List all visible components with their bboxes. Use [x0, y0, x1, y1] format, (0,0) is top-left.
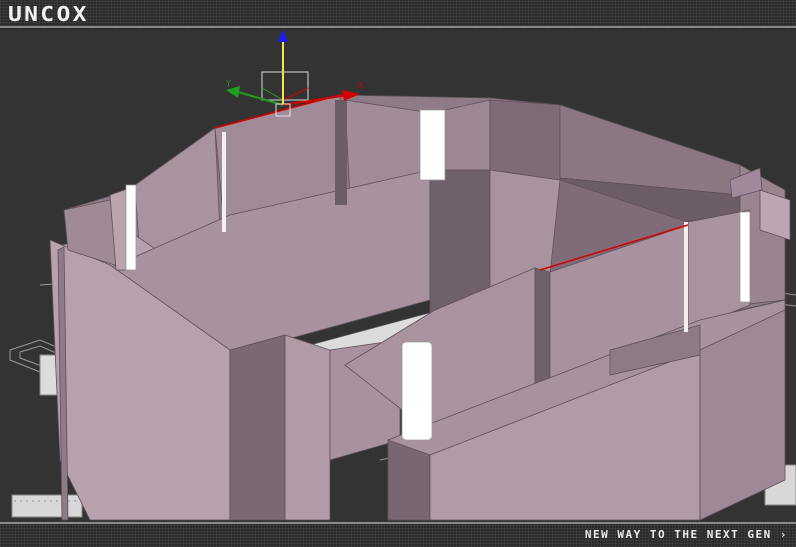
x-axis-label: X: [358, 81, 364, 90]
brand-logo: UNCOX: [8, 2, 89, 26]
z-axis-arrow-icon[interactable]: [278, 30, 288, 42]
y-axis-label: Y: [225, 79, 231, 88]
3d-viewport[interactable]: X Y: [0, 30, 796, 522]
footer-bar: NEW WAY TO THE NEXT GEN ›: [0, 522, 796, 547]
building-model: [49, 94, 791, 521]
gizmo-plane-box: [261, 71, 309, 101]
tagline-link[interactable]: NEW WAY TO THE NEXT GEN ›: [585, 528, 788, 541]
y-axis-handle[interactable]: [237, 91, 284, 106]
header-bar: UNCOX: [0, 0, 796, 28]
